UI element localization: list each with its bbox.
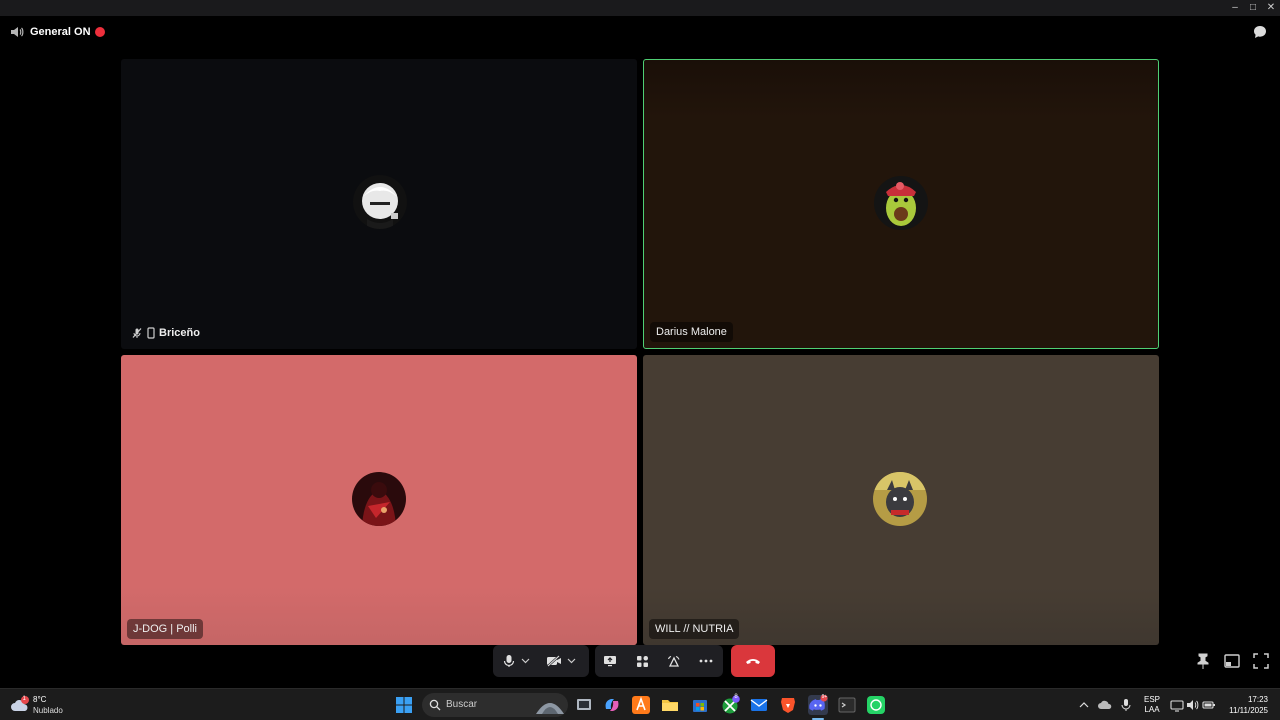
participant-name: J-DOG | Polli [133, 623, 197, 635]
activities-icon [636, 655, 648, 667]
store-icon[interactable] [690, 695, 710, 715]
activity-group [595, 645, 723, 677]
terminal-icon[interactable] [837, 695, 857, 715]
screen-share-button[interactable] [597, 645, 623, 677]
search-icon [429, 699, 441, 711]
voice-channel-header: General ON [10, 24, 105, 40]
search-placeholder: Buscar [446, 699, 478, 710]
more-options-button[interactable] [693, 645, 719, 677]
weather-condition: Nublado [33, 706, 63, 715]
video-options-button[interactable] [563, 645, 579, 677]
outlook-icon[interactable] [749, 695, 769, 715]
audio-video-group [493, 645, 589, 677]
clock-date: 11/11/2025 [1229, 706, 1268, 715]
screen-share-icon [604, 656, 616, 667]
participant-name: Darius Malone [656, 326, 727, 338]
system-clock[interactable]: 17:23 11/11/2025 [1229, 694, 1268, 716]
microphone-tray-icon[interactable] [1120, 698, 1132, 712]
participant-tile-briceno[interactable]: Briceño [121, 59, 637, 349]
participant-name: WILL // NUTRIA [655, 623, 734, 635]
keyboard-layout: LAA [1144, 705, 1160, 714]
fullscreen-icon[interactable] [1252, 652, 1270, 670]
app-a-icon[interactable] [631, 695, 651, 715]
avatar [352, 472, 406, 526]
chat-icon[interactable] [1252, 24, 1268, 40]
maximize-button[interactable]: □ [1244, 0, 1262, 16]
network-icon[interactable] [1170, 698, 1184, 712]
chevron-up-icon[interactable] [1078, 699, 1090, 711]
window-titlebar: – □ ✕ [0, 0, 1280, 16]
clock-time: 17:23 [1247, 695, 1268, 704]
disconnect-button[interactable] [731, 645, 775, 677]
file-explorer-icon[interactable] [660, 695, 680, 715]
chevron-down-icon [567, 658, 575, 664]
taskbar-search[interactable]: Buscar [422, 693, 568, 717]
whatsapp-icon[interactable] [866, 695, 886, 715]
pin-icon[interactable] [1194, 652, 1212, 670]
close-button[interactable]: ✕ [1262, 0, 1280, 16]
weather-widget[interactable]: 1 8°C Nublado [10, 693, 90, 717]
weather-temp: 8°C [33, 695, 47, 704]
avatar [353, 175, 407, 229]
windows-start-icon[interactable] [394, 695, 414, 715]
avatar [873, 472, 927, 526]
minimize-button[interactable]: – [1226, 0, 1244, 16]
soundboard-icon [667, 655, 680, 667]
brave-browser-icon[interactable] [778, 695, 798, 715]
camera-off-icon [547, 655, 561, 667]
participant-nametag: Briceño [127, 323, 206, 343]
battery-icon[interactable] [1202, 698, 1216, 712]
weather-alert-badge: 1 [22, 696, 26, 702]
channel-name[interactable]: General ON [30, 26, 91, 38]
windows-taskbar: 1 8°C Nublado Buscar 8 9+ ESP LAA 17:23 … [0, 688, 1280, 720]
task-view-icon[interactable] [574, 695, 594, 715]
participant-tile-jdog-polli[interactable]: J-DOG | Polli [121, 355, 637, 645]
avatar [874, 176, 928, 230]
live-indicator [94, 27, 105, 37]
activities-button[interactable] [629, 645, 655, 677]
search-highlight-icon [536, 703, 564, 714]
participant-nametag: WILL // NUTRIA [649, 619, 740, 639]
microphone-icon [503, 655, 515, 667]
cloud-icon [11, 696, 29, 711]
audio-options-button[interactable] [517, 645, 533, 677]
disconnect-icon [746, 659, 760, 664]
onedrive-icon[interactable] [1098, 698, 1112, 712]
copilot-icon[interactable] [602, 695, 622, 715]
chevron-down-icon [521, 658, 529, 664]
participant-nametag: Darius Malone [650, 322, 733, 342]
participant-nametag: J-DOG | Polli [127, 619, 203, 639]
language-code: ESP [1143, 695, 1160, 704]
popout-icon[interactable] [1223, 652, 1241, 670]
speaker-icon [11, 27, 24, 37]
muted-microphone-icon [132, 328, 142, 338]
discord-badge: 9+ [821, 694, 828, 700]
xbox-badge: 8 [734, 694, 738, 700]
volume-icon[interactable] [1186, 698, 1200, 712]
participant-tile-darius-malone[interactable]: Darius Malone [643, 59, 1159, 349]
participant-name: Briceño [159, 327, 200, 339]
participant-tile-will-nutria[interactable]: WILL // NUTRIA [643, 355, 1159, 645]
more-icon [699, 659, 713, 663]
soundboard-button[interactable] [661, 645, 687, 677]
mobile-icon [147, 327, 155, 339]
language-indicator[interactable]: ESP LAA [1140, 695, 1164, 715]
call-controls [493, 645, 785, 677]
